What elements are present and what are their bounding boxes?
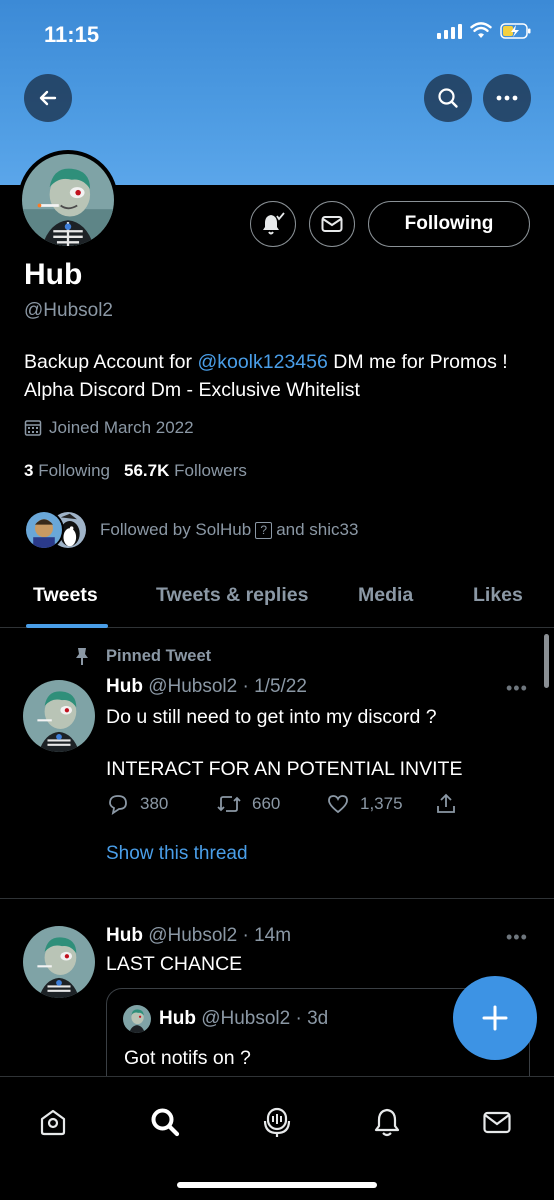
calendar-icon — [24, 420, 42, 436]
profile-avatar[interactable] — [18, 150, 118, 250]
like-button[interactable]: 1,375 — [326, 792, 403, 816]
joined-text: Joined March 2022 — [49, 418, 194, 437]
messages-icon — [483, 1111, 511, 1134]
more-options-button[interactable] — [483, 74, 531, 122]
tweet-more-button-2[interactable]: ••• — [506, 927, 528, 948]
retweet-icon — [217, 796, 241, 812]
compose-tweet-button[interactable] — [453, 976, 537, 1060]
share-button[interactable] — [434, 792, 458, 816]
profile-bio: Backup Account for @koolk123456 DM me fo… — [24, 348, 534, 404]
tweet-avatar-2[interactable] — [23, 926, 95, 998]
like-count: 1,375 — [360, 794, 403, 813]
nav-messages[interactable] — [472, 1097, 522, 1147]
back-button[interactable] — [24, 74, 72, 122]
more-icon — [496, 95, 518, 101]
bio-mention-link[interactable]: @koolk123456 — [197, 351, 327, 373]
nav-notifications[interactable] — [362, 1097, 412, 1147]
quoted-author-name: Hub — [159, 1008, 196, 1029]
following-button[interactable]: Following — [368, 201, 530, 247]
wifi-icon — [470, 22, 492, 38]
reply-button[interactable]: 380 — [106, 792, 168, 816]
bio-text: Backup Account for — [24, 351, 198, 373]
profile-tabs: Tweets Tweets & replies Media Likes — [0, 570, 554, 628]
nav-spaces[interactable] — [252, 1097, 302, 1147]
followers-count: 56.7K — [124, 461, 170, 480]
battery-charging-icon — [500, 23, 531, 39]
back-arrow-icon — [39, 90, 57, 106]
tweet-author-name-2[interactable]: Hub — [106, 925, 143, 946]
search-icon — [438, 88, 458, 108]
followed-by-prefix: Followed by SolHub — [100, 520, 252, 539]
tweet-actions: 380 660 1,375 — [106, 792, 466, 818]
notifications-toggle-button[interactable] — [250, 201, 296, 247]
quoted-tweet-avatar — [123, 1005, 151, 1033]
scrollbar[interactable] — [544, 634, 549, 688]
message-button[interactable] — [309, 201, 355, 247]
tweet-handle-time-2: @Hubsol2 · 14m — [148, 925, 292, 946]
status-time: 11:15 — [44, 22, 100, 47]
status-icons — [437, 22, 532, 40]
quoted-handle-time: @Hubsol2 · 3d — [201, 1008, 329, 1029]
follower-avatar-solhub — [24, 510, 64, 550]
profile-handle: @Hubsol2 — [24, 300, 113, 321]
followers-label: Followers — [174, 461, 247, 480]
unknown-glyph-icon: ? — [255, 521, 273, 539]
tweet-handle-time: @Hubsol2 · 1/5/22 — [148, 676, 307, 697]
tab-likes[interactable]: Likes — [473, 584, 523, 607]
pin-icon — [76, 648, 88, 665]
active-tab-indicator — [26, 624, 108, 628]
reply-count: 380 — [140, 794, 169, 813]
reply-icon — [109, 795, 127, 815]
pinned-text: Pinned Tweet — [106, 646, 212, 665]
tweet-header-2: Hub @Hubsol2 · 14m — [106, 925, 291, 947]
home-indicator — [177, 1182, 377, 1188]
tweet-avatar[interactable] — [23, 680, 95, 752]
envelope-icon — [321, 216, 343, 232]
profile-name: Hub — [24, 258, 83, 291]
tweet-divider — [0, 898, 554, 899]
following-count-link[interactable]: 3 Following — [24, 461, 110, 481]
tweet-more-button[interactable]: ••• — [506, 678, 528, 699]
share-icon — [437, 793, 455, 813]
nav-search[interactable] — [140, 1097, 190, 1147]
spaces-icon — [263, 1107, 291, 1137]
signal-icon — [437, 23, 462, 39]
quoted-tweet-header: Hub @Hubsol2 · 3d — [159, 1008, 328, 1030]
tab-tweets-replies[interactable]: Tweets & replies — [156, 584, 308, 607]
search-icon — [151, 1108, 180, 1137]
followed-by-text: Followed by SolHub ? and shic33 — [100, 520, 358, 540]
pinned-label: Pinned Tweet — [72, 646, 211, 666]
followed-by-suffix: and shic33 — [276, 520, 359, 539]
status-bar: 11:15 — [0, 0, 554, 70]
following-count: 3 — [24, 461, 34, 480]
retweet-button[interactable]: 660 — [216, 792, 280, 816]
home-icon — [40, 1109, 66, 1136]
tweet-author-name[interactable]: Hub — [106, 676, 143, 697]
like-icon — [328, 795, 348, 814]
tweet-header: Hub @Hubsol2 · 1/5/22 — [106, 676, 307, 698]
tab-tweets[interactable]: Tweets — [33, 584, 98, 607]
quoted-tweet-text: Got notifs on ? — [124, 1047, 251, 1069]
search-button[interactable] — [424, 74, 472, 122]
retweet-count: 660 — [252, 794, 281, 813]
tweet-text-line2: INTERACT FOR AN POTENTIAL INVITE — [106, 758, 463, 780]
following-label: Following — [38, 461, 111, 480]
tweet-text-line1: Do u still need to get into my discord ? — [106, 706, 437, 728]
tab-media[interactable]: Media — [358, 584, 413, 607]
follow-counts: 3 Following 56.7K Followers — [24, 461, 247, 481]
joined-date: Joined March 2022 — [24, 418, 194, 438]
nav-home[interactable] — [28, 1097, 78, 1147]
compose-plus-icon — [482, 1005, 508, 1031]
notifications-icon — [374, 1108, 400, 1137]
tweet-text-2: LAST CHANCE — [106, 953, 243, 975]
show-thread-link[interactable]: Show this thread — [106, 843, 248, 865]
bell-check-icon — [263, 212, 285, 235]
followers-count-link[interactable]: 56.7K Followers — [124, 461, 247, 481]
followed-by-row[interactable]: Followed by SolHub ? and shic33 — [24, 508, 358, 552]
